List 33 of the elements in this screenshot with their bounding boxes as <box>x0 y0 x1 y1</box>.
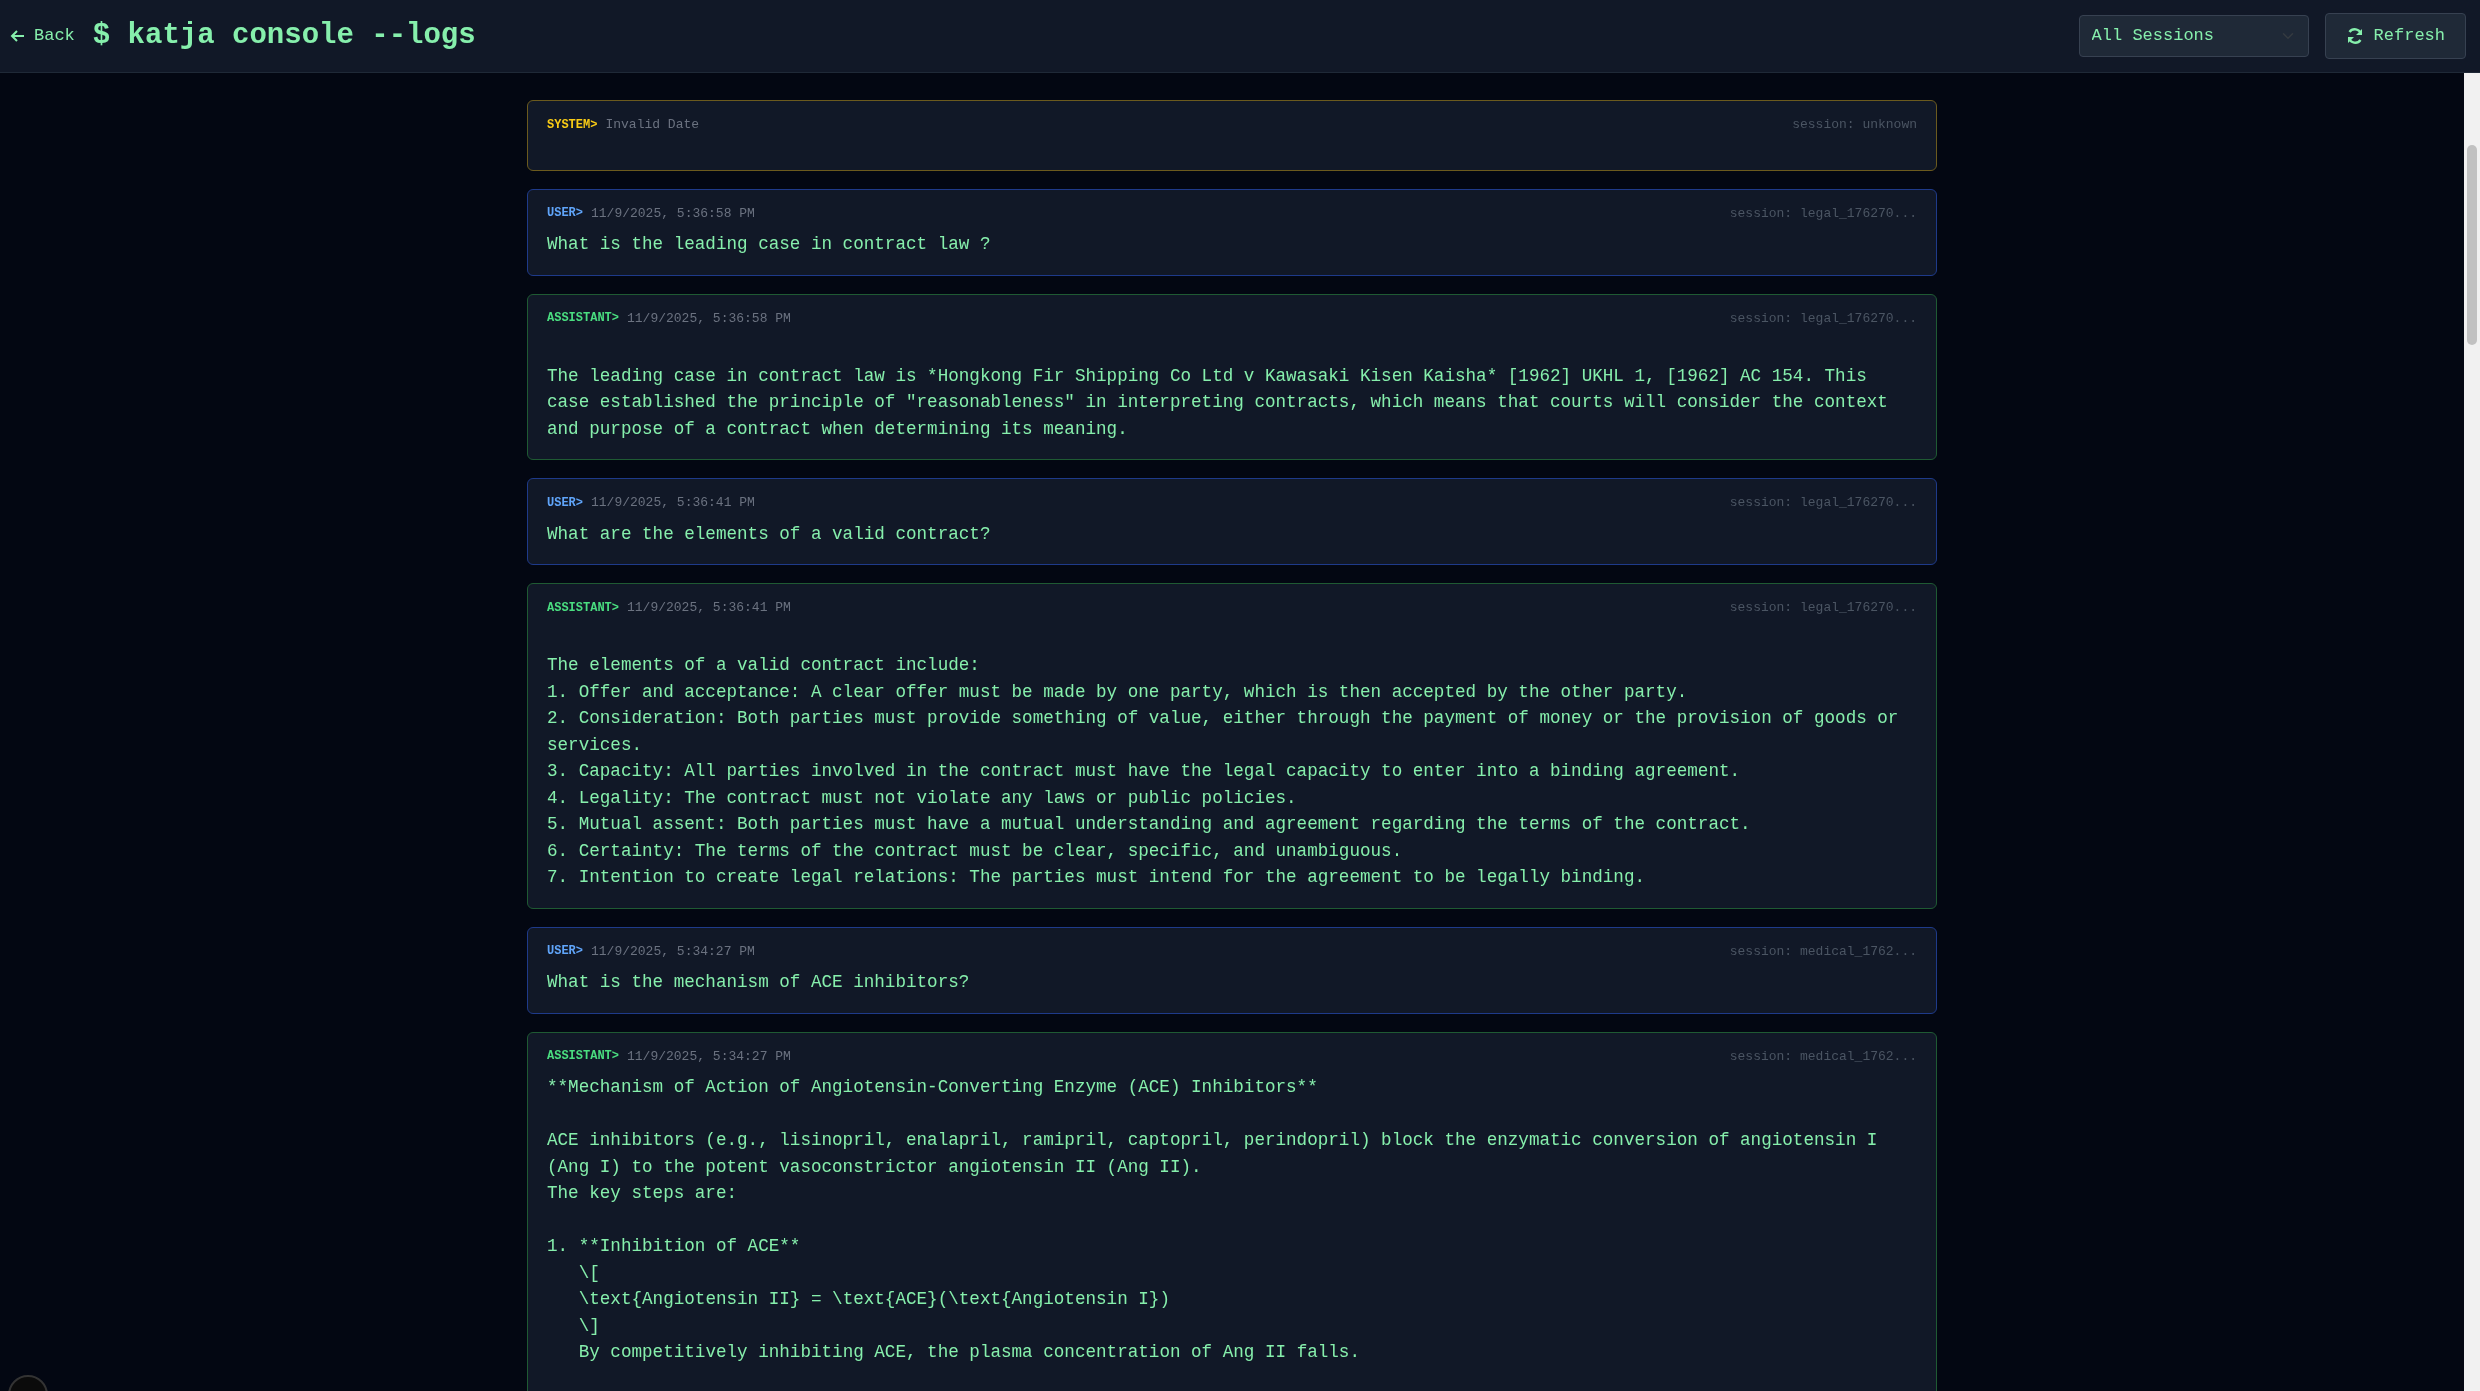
timestamp: 11/9/2025, 5:36:58 PM <box>591 204 755 223</box>
message-text: What is the mechanism of ACE inhibitors? <box>547 971 971 994</box>
session-select[interactable]: All Sessions <box>2078 15 2309 57</box>
session-id: session: medical_1762... <box>1729 1047 1917 1066</box>
role-label: SYSTEM> <box>547 116 598 134</box>
role-label: USER> <box>547 943 583 961</box>
session-id: session: unknown <box>1792 116 1917 134</box>
timestamp: 11/9/2025, 5:34:27 PM <box>591 942 755 961</box>
app-title: $ katja console --logs <box>92 18 476 54</box>
back-link[interactable]: Back <box>10 23 75 49</box>
role-label: USER> <box>547 494 583 512</box>
timestamp: Invalid Date <box>605 116 700 134</box>
role-label: ASSISTANT> <box>547 310 619 328</box>
message-text: The leading case in contract law is *Hongkong Fir Shipping Co Ltd v Kawasaki Kisen Kaisha* [1962] UKHL 1, [1962] AC 154. This case established the principle of "reasonableness" in interpreting contracts, which means that courts will consider the context and purpose of a contract when determining its meaning. <box>547 364 1889 441</box>
role-label: ASSISTANT> <box>547 599 619 617</box>
session-id: session: legal_176270... <box>1729 494 1917 512</box>
timestamp: 11/9/2025, 5:36:58 PM <box>627 309 791 328</box>
refresh-button[interactable]: Refresh <box>2324 13 2466 59</box>
role-label: ASSISTANT> <box>547 1048 619 1066</box>
message-text: **Mechanism of Action of Angiotensin-Converting Enzyme (ACE) Inhibitors** ACE inhibitors (e.g., lisinopril, enalapril, ramipril, captopril, perindopril) block the enzymatic conversion of angiotensin I (Ang I) to the potent vasoconstrictor angiotensin II (Ang II). The key steps are: 1. **Inhibition of ACE** \[ \text{Angiotensin II} = \text{ACE}(\text{Angiotensin I}) \] By competitively inhibiting ACE, the plasma concentration of Ang II falls. <box>547 1076 1879 1364</box>
session-id: session: medical_1762... <box>1729 942 1917 961</box>
role-label: USER> <box>547 205 583 223</box>
message-text: What is the leading case in contract law ? <box>547 233 992 256</box>
back-arrow-icon <box>10 28 26 44</box>
message-text: What are the elements of a valid contract? <box>547 522 992 546</box>
session-id: session: legal_176270... <box>1729 599 1917 617</box>
timestamp: 11/9/2025, 5:36:41 PM <box>591 494 755 512</box>
timestamp: 11/9/2025, 5:34:27 PM <box>627 1047 791 1066</box>
timestamp: 11/9/2025, 5:36:41 PM <box>627 599 791 617</box>
refresh-icon <box>2345 27 2364 45</box>
message-text: The elements of a valid contract include: 1. Offer and acceptance: A clear offer must be made by one party, which is then accepted by the other party. 2. Consideration: Both parties must provide something of value, either through the payment of money or the provision of goods or services. 3. Capacity: All parties involved in the contract must have the legal capacity to enter into a binding agreement. 4. Legality: The contract must not violate any laws or public policies. 5. Mutual assent: Both parties must have a mutual understanding and agreement regarding the terms of the contract. 6. Certainty: The terms of the contract must be clear, specific, and unambiguous. 7. Intention to create legal relations: The parties must intend for the agreement to be legally binding. <box>547 654 1900 889</box>
session-id: session: legal_176270... <box>1729 204 1917 223</box>
session-id: session: legal_176270... <box>1729 309 1917 328</box>
